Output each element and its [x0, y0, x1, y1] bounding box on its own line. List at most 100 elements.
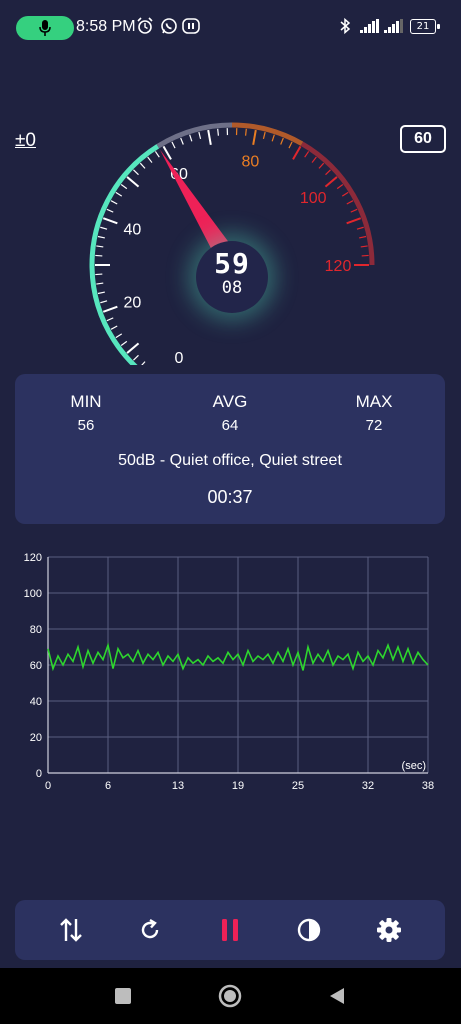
gauge-tick	[97, 235, 105, 239]
chart-y-tick: 0	[36, 768, 42, 780]
reading-decimal: 08	[221, 278, 243, 298]
gauge-tick	[120, 340, 128, 347]
gauge-tick	[171, 141, 176, 149]
gauge-tick	[288, 141, 293, 149]
battery-icon: 21	[410, 19, 440, 34]
gauge-tick	[96, 245, 104, 248]
gauge-tick	[252, 129, 257, 146]
min-label: MIN	[70, 392, 102, 411]
gauge-tick	[244, 128, 247, 136]
gauge-label: 20	[123, 294, 141, 311]
gauge-label: 40	[123, 222, 141, 239]
chart-x-tick: 13	[172, 780, 184, 792]
chart-y-tick: 100	[24, 588, 42, 600]
status-time: 8:58 PM	[76, 18, 136, 35]
gauge-tick	[280, 137, 284, 145]
home-button[interactable]	[216, 982, 244, 1010]
gauge-tick	[126, 176, 140, 188]
alarm-icon	[137, 17, 153, 34]
chart-y-tick: 120	[24, 552, 42, 564]
gauge-tick	[325, 169, 331, 176]
gauge-tick	[110, 325, 118, 330]
gauge-tick	[207, 129, 212, 146]
gauge-tick	[106, 317, 114, 322]
gauge-tick	[141, 361, 146, 365]
gauge-tick	[350, 208, 358, 213]
gauge-arc-idle	[156, 122, 233, 149]
gauge-tick	[115, 191, 123, 197]
calibration-button[interactable]: ±0	[15, 130, 36, 152]
elapsed-time: 00:37	[207, 487, 253, 507]
back-icon	[330, 988, 344, 1004]
recents-button[interactable]	[109, 982, 137, 1010]
avg-value: 64	[221, 417, 239, 434]
threshold-button[interactable]: 60	[400, 125, 446, 153]
settings-button[interactable]	[373, 914, 405, 946]
gauge-tick	[304, 151, 310, 158]
decibel-gauge: 020406080100120	[89, 122, 375, 365]
max-label: MAX	[355, 392, 393, 411]
gauge-tick	[318, 162, 325, 169]
gauge-label: 100	[300, 190, 327, 207]
recents-icon	[115, 988, 131, 1004]
gauge-tick	[97, 291, 105, 295]
avg-stat: AVG 64	[170, 392, 290, 434]
gauge-arc-active	[89, 144, 160, 365]
gauge-tick	[126, 342, 140, 354]
gauge-tick	[120, 183, 128, 190]
max-stat: MAX 72	[314, 392, 434, 434]
digital-readout: 59 08	[196, 241, 268, 313]
max-value: 72	[365, 417, 383, 434]
gauge-tick	[311, 156, 317, 163]
gauge-tick	[139, 162, 146, 169]
notification-icon	[182, 18, 200, 34]
gauge-tick	[133, 354, 139, 361]
gauge-tick	[346, 217, 362, 225]
gauge-tick	[271, 134, 275, 142]
microphone-icon	[39, 20, 51, 36]
gauge-label: 0	[175, 350, 184, 365]
gauge-tick	[115, 333, 123, 339]
pause-icon	[222, 919, 238, 941]
history-chart: 0 20 40 60 80 100 120 0 6 13 19 25 32 38 (sec)	[24, 552, 434, 792]
mic-indicator[interactable]	[16, 16, 74, 40]
gauge-tick	[341, 191, 349, 197]
avg-label: AVG	[212, 392, 248, 411]
chart-x-tick: 32	[362, 780, 374, 792]
reading-value: 59	[214, 247, 250, 280]
gauge-label: 120	[325, 258, 352, 275]
gauge-tick	[100, 226, 108, 230]
gauge-tick	[217, 128, 220, 136]
gauge-tick	[292, 145, 302, 160]
whatsapp-icon	[161, 18, 177, 34]
gauge-tick	[336, 183, 344, 190]
reset-button[interactable]	[134, 914, 166, 946]
back-button[interactable]	[323, 982, 351, 1010]
theme-button[interactable]	[293, 914, 325, 946]
bottom-toolbar	[15, 900, 445, 960]
sort-button[interactable]	[55, 914, 87, 946]
gauge-tick	[102, 217, 118, 225]
gauge-tick	[346, 200, 354, 205]
gauge-tick	[106, 208, 114, 213]
contrast-icon	[297, 918, 321, 942]
pause-button[interactable]	[214, 914, 246, 946]
chart-x-tick: 19	[232, 780, 244, 792]
gauge-tick	[262, 131, 266, 140]
gauge-tick	[100, 300, 108, 304]
system-navbar	[0, 968, 461, 1024]
gauge-tick	[189, 134, 193, 142]
gauge-tick	[359, 235, 367, 239]
stats-card: MIN 56 AVG 64 MAX 72 50dB - Quiet office…	[15, 374, 445, 524]
signal-icon	[360, 19, 379, 33]
chart-x-tick: 38	[422, 780, 434, 792]
gauge-tick	[102, 305, 118, 313]
level-description: 50dB - Quiet office, Quiet street	[118, 452, 342, 469]
home-icon	[218, 984, 242, 1008]
gauge-tick	[147, 156, 153, 163]
gauge-tick	[154, 151, 160, 158]
chart-x-tick: 6	[105, 780, 111, 792]
battery-level: 21	[416, 21, 430, 32]
chart-x-label: (sec)	[402, 760, 426, 772]
gauge-tick	[198, 131, 202, 140]
